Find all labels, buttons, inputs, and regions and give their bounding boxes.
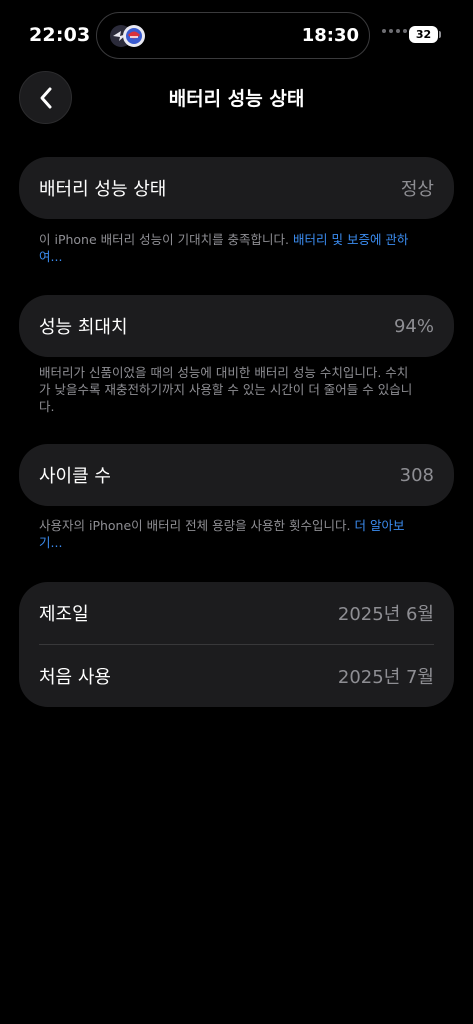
live-activity-icon <box>110 25 145 47</box>
max-capacity-label: 성능 최대치 <box>39 317 128 338</box>
max-capacity-row: 성능 최대치 94% <box>19 295 454 357</box>
page-title: 배터리 성능 상태 <box>168 88 305 110</box>
manufacture-date-value: 2025년 6월 <box>337 604 434 625</box>
battery-icon: 32 <box>409 26 441 43</box>
cycle-count-value: 308 <box>399 464 434 486</box>
battery-health-card: 배터리 성능 상태 정상 <box>19 157 454 219</box>
island-timer: 18:30 <box>301 25 359 46</box>
cycle-count-card: 사이클 수 308 <box>19 444 454 506</box>
manufacture-date-row: 제조일 2025년 6월 <box>19 582 454 644</box>
dynamic-island[interactable]: 18:30 <box>96 12 370 59</box>
first-use-row: 처음 사용 2025년 7월 <box>19 645 454 707</box>
cellular-signal-icon <box>382 29 407 33</box>
cycle-count-note-text: 사용자의 iPhone이 배터리 전체 용량을 사용한 횟수입니다. <box>39 518 355 533</box>
cycle-count-label: 사이클 수 <box>39 466 111 487</box>
battery-level-text: 32 <box>409 26 438 43</box>
max-capacity-card: 성능 최대치 94% <box>19 295 454 357</box>
battery-health-row: 배터리 성능 상태 정상 <box>19 157 454 219</box>
manufacture-date-label: 제조일 <box>39 604 89 625</box>
dates-card: 제조일 2025년 6월 처음 사용 2025년 7월 <box>19 582 454 707</box>
battery-health-note-text: 이 iPhone 배터리 성능이 기대치를 충족합니다. <box>39 232 294 247</box>
battery-health-label: 배터리 성능 상태 <box>39 179 167 200</box>
battery-health-screen: 22:03 18:30 32 배터리 성능 상태 배터리 성능 상태 정상 이 … <box>0 0 473 1024</box>
cycle-count-note: 사용자의 iPhone이 배터리 전체 용량을 사용한 횟수입니다. 더 알아보… <box>39 517 419 551</box>
max-capacity-value: 94% <box>393 315 434 337</box>
cycle-count-row: 사이클 수 308 <box>19 444 454 506</box>
battery-health-note: 이 iPhone 배터리 성능이 기대치를 충족합니다. 배터리 및 보증에 관… <box>39 231 419 265</box>
battery-health-value: 정상 <box>400 179 434 200</box>
first-use-value: 2025년 7월 <box>337 667 434 688</box>
status-bar-time: 22:03 <box>29 24 91 46</box>
max-capacity-note: 배터리가 신품이었을 때의 성능에 대비한 배터리 성능 수치입니다. 수치가 … <box>39 365 413 414</box>
first-use-label: 처음 사용 <box>39 667 111 688</box>
